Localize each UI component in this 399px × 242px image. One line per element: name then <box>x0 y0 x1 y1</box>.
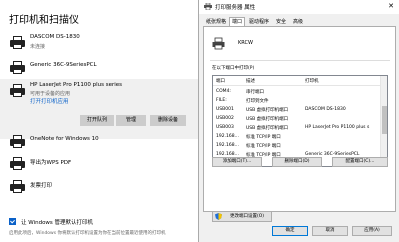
printer-icon <box>10 36 25 50</box>
scrollbar-thumb[interactable] <box>382 106 387 134</box>
page-title: 打印机和扫描仪 <box>9 15 79 26</box>
ports-list[interactable]: 端口 描述 打印机 COM4: 串行端口 FILE: 打印到文件 USB001 … <box>212 75 388 167</box>
printer-icon <box>10 84 25 98</box>
default-printer-note: 启用此项后，Windows 你将默认打印机设置为你在当前位置最近使用的打印机 <box>9 231 166 236</box>
printer-name: 导出为WPS PDF <box>30 160 72 166</box>
port-name: 192.168... <box>216 143 239 148</box>
title-bar: 打印服务器 属性 ✕ <box>199 0 399 14</box>
printer-name: Generic 36C-9SeriesPCL <box>30 62 97 68</box>
printer-server-icon <box>212 37 225 50</box>
printer-status: 未连接 <box>30 44 46 50</box>
close-icon[interactable]: ✕ <box>388 2 394 10</box>
printer-item-dascom[interactable]: DASCOM DS-1830 未连接 <box>0 33 200 59</box>
printer-item-invoice[interactable]: 发票打印 <box>0 177 200 203</box>
printer-icon <box>10 135 25 149</box>
port-row[interactable]: 192.168... 标准 TCP/IP 端口 <box>213 132 381 141</box>
open-queue-button[interactable]: 打开队列 <box>80 115 114 126</box>
column-header-printer[interactable]: 打印机 <box>305 78 319 84</box>
port-name: USB001 <box>216 107 234 112</box>
printer-name: 发票打印 <box>30 183 53 189</box>
cancel-button[interactable]: 取消 <box>312 226 348 236</box>
port-desc: 串行端口 <box>246 90 264 95</box>
change-port-settings-label: 更改端口设置(O) <box>229 214 265 219</box>
dialog-title: 打印服务器 属性 <box>215 5 256 11</box>
port-row[interactable]: 192.168... 标准 TCP/IP 端口 <box>213 141 381 150</box>
port-name: USB003 <box>216 125 234 130</box>
printer-icon <box>204 3 212 10</box>
ports-list-scrollbar[interactable] <box>380 76 387 166</box>
printer-icon <box>10 61 25 75</box>
port-row[interactable]: USB003 USB 虚拟打印机端口 HP LaserJet Pro P1100… <box>213 123 381 132</box>
shield-icon <box>215 213 222 220</box>
printer-item-hp-selected[interactable]: HP LaserJet Pro P1100 plus series 可用于设备的… <box>0 79 200 139</box>
printer-icon <box>10 157 25 171</box>
printers-settings-pane: 打印机和扫描仪 DASCOM DS-1830 未连接 Generic 36C-9… <box>0 0 200 242</box>
tab-security[interactable]: 安全 <box>273 17 289 26</box>
tab-paper-sizes[interactable]: 纸张规格 <box>203 17 229 26</box>
port-desc: USB 虚拟打印机端口 <box>246 117 289 122</box>
port-desc: USB 虚拟打印机端口 <box>246 126 289 131</box>
port-row[interactable]: COM4: 串行端口 <box>213 87 381 96</box>
add-port-button[interactable]: 添加端口(T)... <box>212 157 262 167</box>
divider <box>210 60 390 61</box>
port-name: FILE: <box>216 98 227 103</box>
printer-name: HP LaserJet Pro P1100 plus series <box>30 82 122 88</box>
ports-list-header: 端口 描述 打印机 <box>213 76 381 86</box>
tab-drivers[interactable]: 驱动程序 <box>246 17 272 26</box>
printer-name: DASCOM DS-1830 <box>30 34 80 40</box>
port-name: 192.168... <box>216 134 239 139</box>
port-row[interactable]: USB002 USB 虚拟打印机端口 <box>213 114 381 123</box>
open-printer-app-link[interactable]: 打开打印机应用 <box>30 97 69 105</box>
port-desc: 打印到文件 <box>246 99 269 104</box>
port-row[interactable]: FILE: 打印到文件 <box>213 96 381 105</box>
printer-icon <box>10 180 25 194</box>
ports-tab-panel: KRCW 在以下端口中打印(P) 端口 描述 打印机 COM4: 串行端口 FI… <box>203 26 396 222</box>
port-printer: HP LaserJet Pro P1100 plus s <box>305 125 370 130</box>
printer-name: OneNote for Windows 10 <box>30 136 99 142</box>
port-name: COM4: <box>216 89 231 94</box>
tab-advanced[interactable]: 高级 <box>290 17 306 26</box>
port-row[interactable]: USB001 USB 虚拟打印机端口 DASCOM DS-1830 <box>213 105 381 114</box>
delete-port-button[interactable]: 删除端口(D) <box>272 157 322 167</box>
apply-button[interactable]: 应用(A) <box>352 226 392 236</box>
print-server-properties-dialog: 打印服务器 属性 ✕ 纸张规格 端口 驱动程序 安全 高级 KRCW 在以下端口… <box>198 0 399 242</box>
printer-status: 可用于设备的应用 <box>30 91 71 97</box>
server-name: KRCW <box>238 40 253 46</box>
column-header-port[interactable]: 端口 <box>216 78 225 84</box>
manage-button[interactable]: 管理 <box>116 115 146 126</box>
port-desc: 标准 TCP/IP 端口 <box>246 144 281 149</box>
port-desc: 标准 TCP/IP 端口 <box>246 135 281 140</box>
port-printer: DASCOM DS-1830 <box>305 107 346 112</box>
port-desc: USB 虚拟打印机端口 <box>246 108 289 113</box>
change-port-settings-button[interactable]: 更改端口设置(O) <box>212 211 272 222</box>
ports-description: 在以下端口中打印(P) <box>212 66 255 71</box>
remove-device-button[interactable]: 删除设备 <box>150 115 186 126</box>
configure-port-button[interactable]: 配置端口(C)... <box>332 157 388 167</box>
default-printer-checkbox[interactable] <box>9 218 16 225</box>
default-printer-label: 让 Windows 管理默认打印机 <box>21 220 94 226</box>
ok-button[interactable]: 确定 <box>272 226 308 236</box>
column-header-description[interactable]: 描述 <box>246 78 255 84</box>
port-name: USB002 <box>216 116 234 121</box>
